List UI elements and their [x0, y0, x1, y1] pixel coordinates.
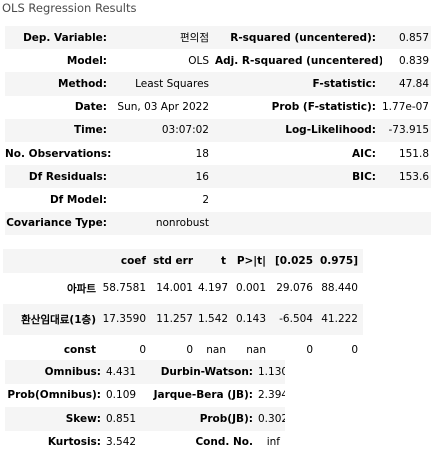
column-header: [0.025: [271, 249, 318, 273]
coefficient-cell: 88.440: [318, 273, 363, 304]
summary-stat-value: 151.8: [382, 142, 431, 165]
summary-value: 03:07:02: [113, 119, 215, 142]
summary-label: Date:: [5, 96, 113, 119]
summary-value: 편의점: [113, 26, 215, 49]
summary-label: Df Residuals:: [5, 165, 113, 188]
column-header: coef: [101, 249, 151, 273]
model-summary-table: Dep. Variable:편의점R-squared (uncentered):…: [5, 26, 431, 235]
coefficient-cell: 4.197: [198, 273, 231, 304]
summary-row: Time:03:07:02Log-Likelihood:-73.915: [5, 119, 431, 142]
column-header: std err: [151, 249, 198, 273]
summary-value: nonrobust: [113, 212, 215, 235]
diagnostic-row: Omnibus:4.431Durbin-Watson:1.130: [5, 360, 285, 384]
summary-label: Dep. Variable:: [5, 26, 113, 49]
summary-stat-label: AIC:: [215, 142, 382, 165]
summary-value: 16: [113, 165, 215, 188]
diagnostic-row: Kurtosis:3.542Cond. No.inf: [5, 431, 285, 454]
summary-value: OLS: [113, 49, 215, 72]
summary-row: Model:OLSAdj. R-squared (uncentered):0.8…: [5, 49, 431, 72]
coefficient-cell: 1.542: [198, 304, 231, 335]
summary-stat-value: 0.839: [382, 49, 431, 72]
summary-stat-label: F-statistic:: [215, 72, 382, 95]
diagnostic-stat-label: Jarque-Bera (JB):: [140, 384, 258, 408]
diagnostic-stat-label: Durbin-Watson:: [140, 360, 258, 384]
diagnostic-stat-label: Cond. No.: [140, 431, 258, 454]
coefficient-cell: -6.504: [271, 304, 318, 335]
summary-stat-value: [382, 212, 431, 235]
summary-stat-label: R-squared (uncentered):: [215, 26, 382, 49]
diagnostic-row: Skew:0.851Prob(JB):0.302: [5, 407, 285, 431]
diagnostic-label: Omnibus:: [5, 360, 106, 384]
diagnostic-label: Prob(Omnibus):: [5, 384, 106, 408]
column-header: t: [198, 249, 231, 273]
results-caption: OLS Regression Results: [2, 0, 137, 16]
diagnostic-value: 0.109: [106, 384, 140, 408]
coefficient-cell: 17.3590: [101, 304, 151, 335]
variable-name: 아파트: [3, 273, 101, 304]
diagnostic-row: Prob(Omnibus):0.109Jarque-Bera (JB):2.39…: [5, 384, 285, 408]
variable-name: 환산임대료(1층): [3, 304, 101, 335]
summary-row: Df Model:2: [5, 188, 431, 211]
coefficient-cell: 41.222: [318, 304, 363, 335]
summary-value: 2: [113, 188, 215, 211]
diagnostic-stat-label: Prob(JB):: [140, 407, 258, 431]
summary-stat-label: [215, 188, 382, 211]
summary-value: 18: [113, 142, 215, 165]
summary-stat-value: 0.857: [382, 26, 431, 49]
summary-value: Least Squares: [113, 72, 215, 95]
summary-value: Sun, 03 Apr 2022: [113, 96, 215, 119]
coefficient-cell: 14.001: [151, 273, 198, 304]
diagnostics-table: Omnibus:4.431Durbin-Watson:1.130Prob(Omn…: [5, 360, 285, 454]
summary-stat-label: Prob (F-statistic):: [215, 96, 382, 119]
diagnostic-stat-value: inf: [258, 431, 285, 454]
summary-row: Dep. Variable:편의점R-squared (uncentered):…: [5, 26, 431, 49]
summary-row: Covariance Type:nonrobust: [5, 212, 431, 235]
diagnostic-stat-value: 1.130: [258, 360, 285, 384]
summary-label: Method:: [5, 72, 113, 95]
column-header: 0.975]: [318, 249, 363, 273]
diagnostic-label: Kurtosis:: [5, 431, 106, 454]
summary-label: Time:: [5, 119, 113, 142]
diagnostic-value: 3.542: [106, 431, 140, 454]
coefficient-cell: 29.076: [271, 273, 318, 304]
summary-stat-value: -73.915: [382, 119, 431, 142]
coefficient-row: 아파트58.758114.0014.1970.00129.07688.440: [3, 273, 363, 304]
diagnostic-stat-value: 0.302: [258, 407, 285, 431]
summary-label: Df Model:: [5, 188, 113, 211]
coefficient-cell: 0.143: [231, 304, 271, 335]
summary-stat-label: Log-Likelihood:: [215, 119, 382, 142]
coefficient-cell: 0.001: [231, 273, 271, 304]
summary-stat-value: [382, 188, 431, 211]
coefficient-cell: 58.7581: [101, 273, 151, 304]
diagnostic-value: 0.851: [106, 407, 140, 431]
diagnostic-label: Skew:: [5, 407, 106, 431]
summary-row: Method:Least SquaresF-statistic:47.84: [5, 72, 431, 95]
summary-stat-label: Adj. R-squared (uncentered):: [215, 49, 382, 72]
summary-row: Df Residuals:16BIC:153.6: [5, 165, 431, 188]
coefficient-cell: 11.257: [151, 304, 198, 335]
summary-stat-value: 1.77e-07: [382, 96, 431, 119]
summary-stat-value: 47.84: [382, 72, 431, 95]
summary-row: No. Observations:18AIC:151.8: [5, 142, 431, 165]
summary-row: Date:Sun, 03 Apr 2022Prob (F-statistic):…: [5, 96, 431, 119]
summary-stat-label: BIC:: [215, 165, 382, 188]
summary-label: Model:: [5, 49, 113, 72]
summary-stat-value: 153.6: [382, 165, 431, 188]
summary-label: Covariance Type:: [5, 212, 113, 235]
column-header: P>|t|: [231, 249, 271, 273]
summary-label: No. Observations:: [5, 142, 113, 165]
coefficients-table: coefstd errtP>|t|[0.0250.975] 아파트58.7581…: [3, 249, 363, 366]
column-header: [3, 249, 101, 273]
coefficient-row: 환산임대료(1층)17.359011.2571.5420.143-6.50441…: [3, 304, 363, 335]
diagnostic-value: 4.431: [106, 360, 140, 384]
summary-stat-label: [215, 212, 382, 235]
diagnostic-stat-value: 2.394: [258, 384, 285, 408]
coefficients-header-row: coefstd errtP>|t|[0.0250.975]: [3, 249, 363, 273]
coefficient-cell: 0: [318, 335, 363, 366]
